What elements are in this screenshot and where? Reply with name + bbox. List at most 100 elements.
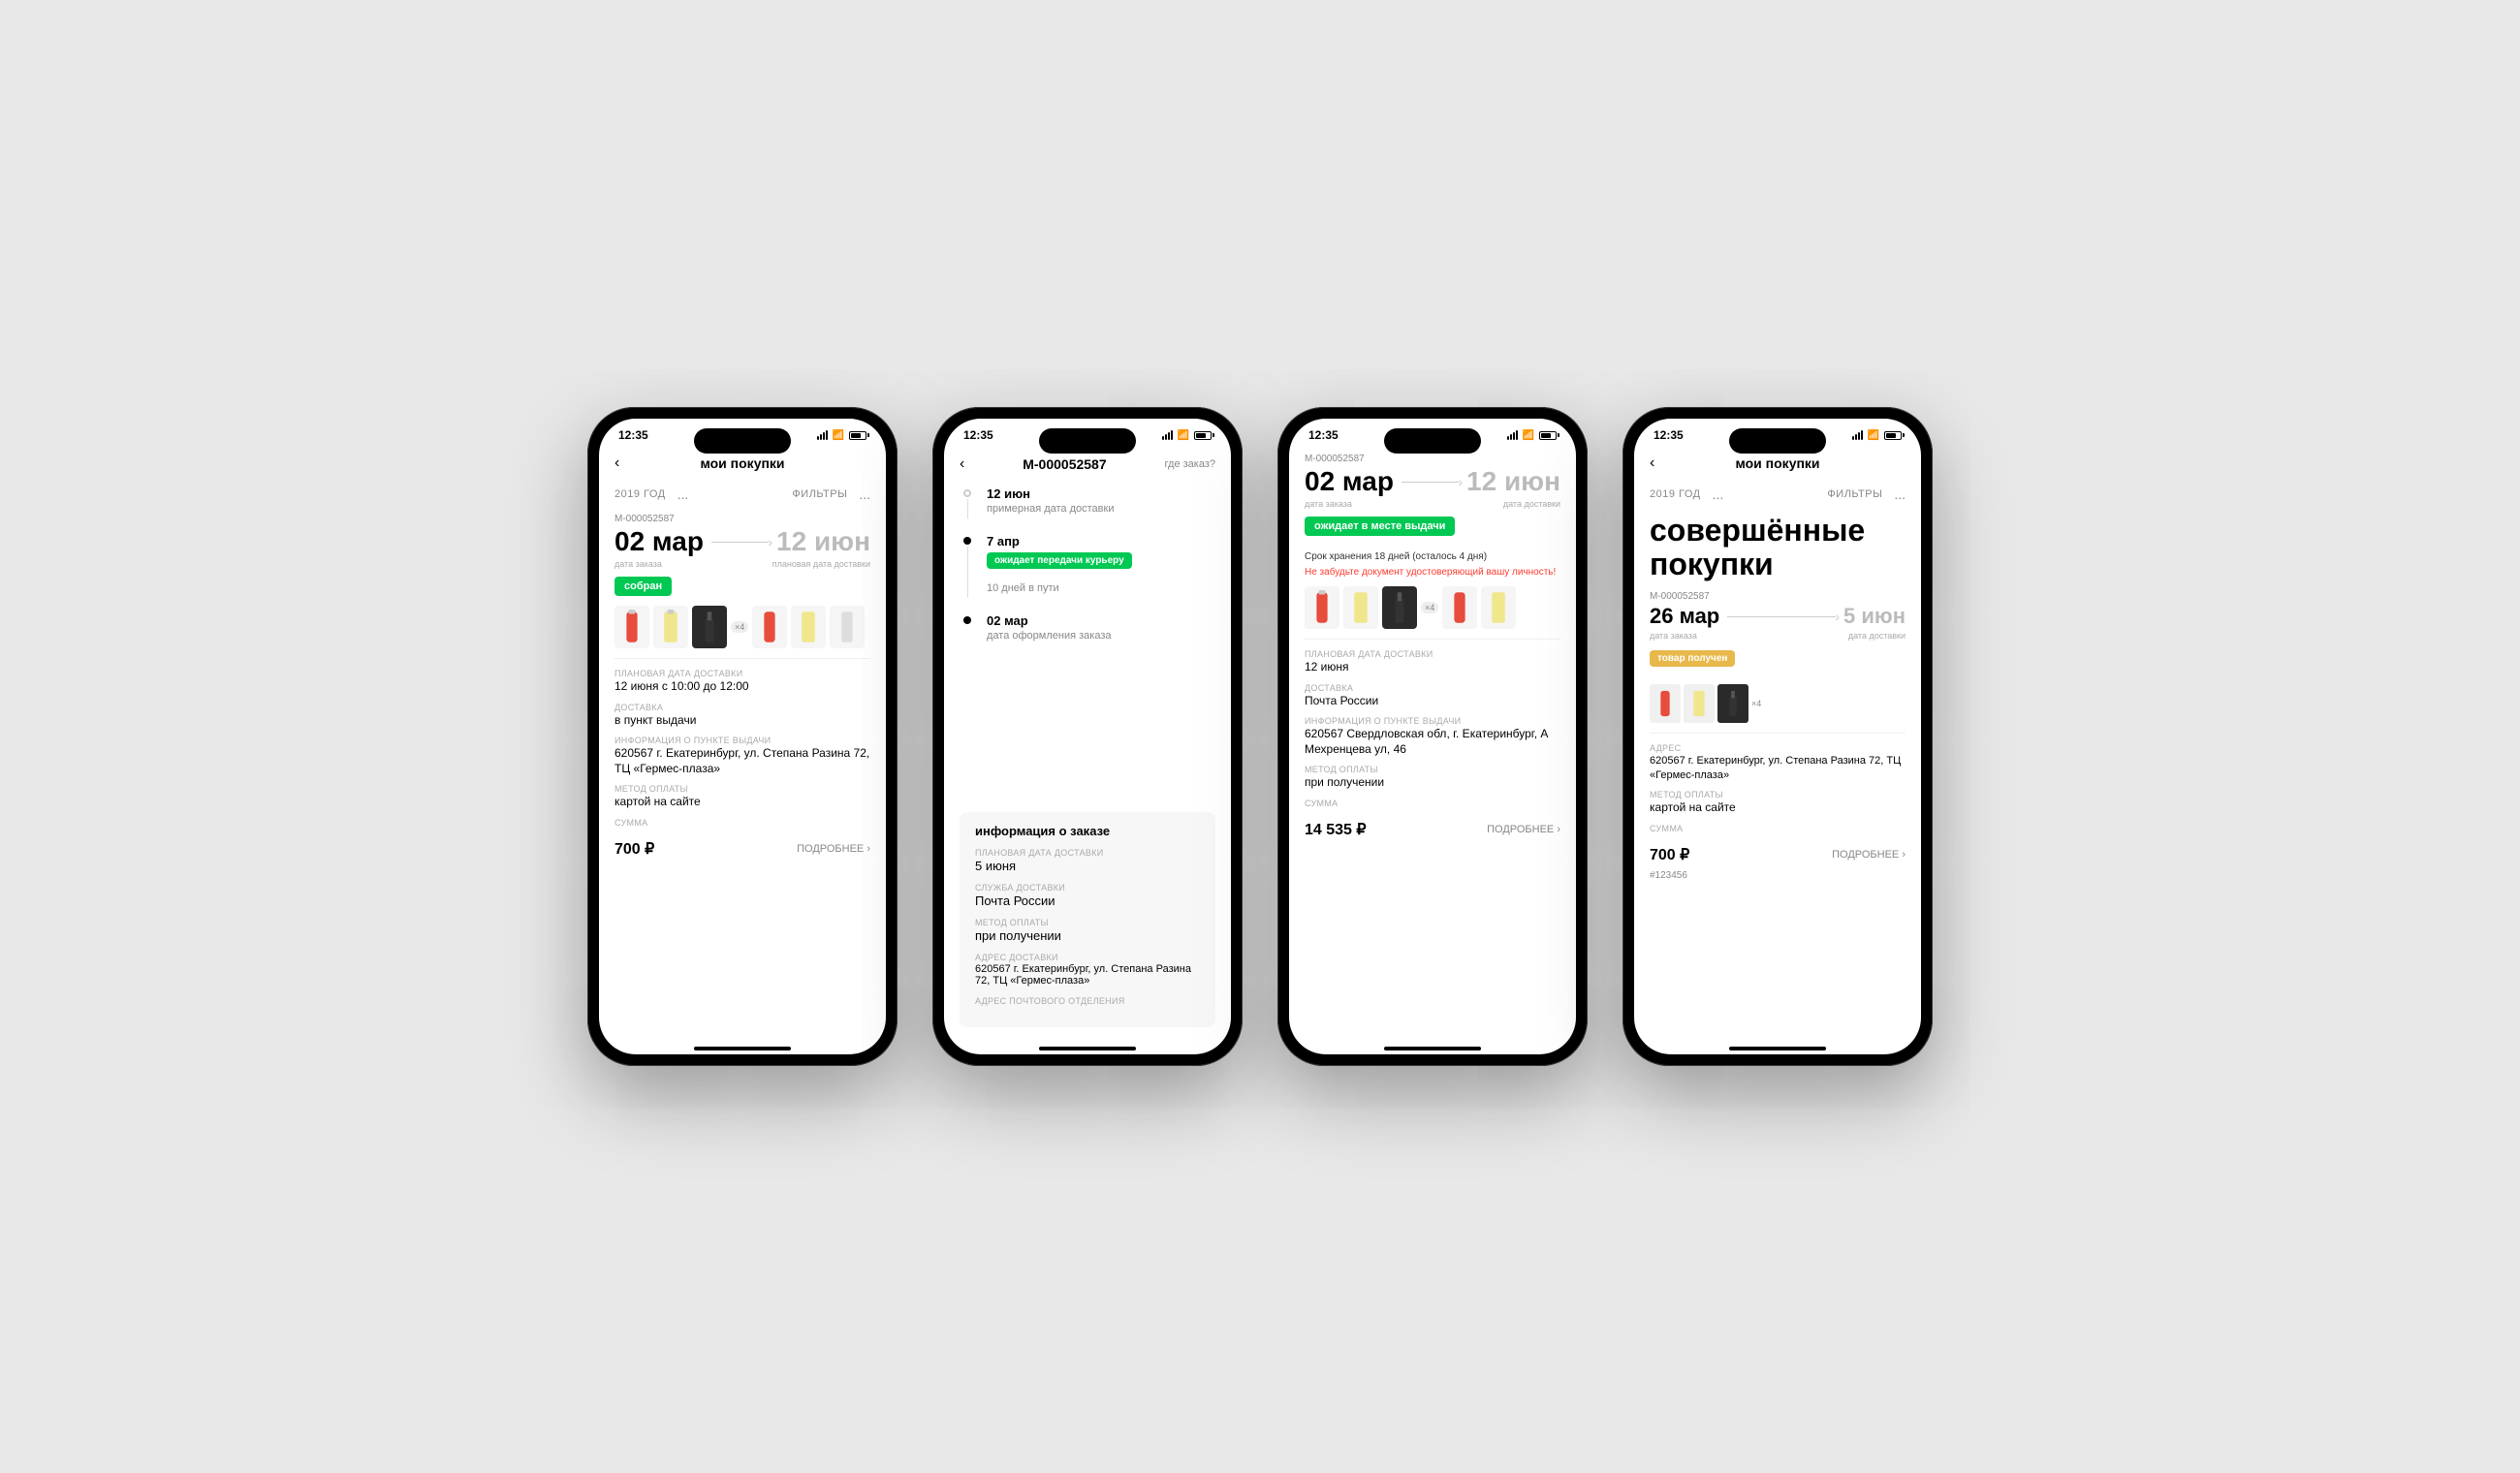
phone-1-date-labels: дата заказа плановая дата доставки xyxy=(614,559,870,569)
phone-2-badge-2: ожидает передачи курьеру xyxy=(987,552,1132,569)
phone-4-order-number: М-000052587 xyxy=(1650,591,1906,602)
phone-2-service-value: Почта России xyxy=(975,893,1200,908)
phone-3-podrobnee-row: 14 535 ₽ ПОДРОБНЕЕ › xyxy=(1305,816,1560,839)
phone-4-filter-label[interactable]: ФИЛЬТРЫ xyxy=(1827,488,1882,500)
phone-1-sum-row: СУММА xyxy=(614,818,870,828)
phone-1-back-button[interactable]: ‹ xyxy=(614,454,619,472)
phone-1-title: мои покупки xyxy=(700,455,784,471)
phone-2-screen: 12:35 📶 ‹ М-000052587 где заказ? xyxy=(944,419,1231,1054)
phone-1-products: ×4 xyxy=(614,606,870,648)
phone-4-dots2[interactable]: ... xyxy=(1894,486,1906,502)
phone-1-filter-label[interactable]: ФИЛЬТРЫ xyxy=(792,488,847,500)
phone-2-where-order[interactable]: где заказ? xyxy=(1165,458,1215,470)
phone-2-post-label: АДРЕС ПОЧТОВОГО ОТДЕЛЕНИЯ xyxy=(975,996,1200,1006)
phone-4-payment-label: МЕТОД ОПЛАТЫ xyxy=(1650,790,1906,799)
phone-3-delivery-date-row: ПЛАНОВАЯ ДАТА ДОСТАВКИ 12 июня xyxy=(1305,649,1560,675)
phone-2-payment-value: при получении xyxy=(975,928,1200,943)
phone-4-info: АДРЕС 620567 г. Екатеринбург, ул. Степан… xyxy=(1650,743,1906,863)
phone-4-date-start: 26 мар xyxy=(1650,606,1719,627)
phone-2-address-row: АДРЕС ДОСТАВКИ 620567 г. Екатеринбург, у… xyxy=(975,953,1200,987)
phone-3-end-label: дата доставки xyxy=(1503,499,1560,509)
phone-4-body: 2019 ГОД ... ФИЛЬТРЫ ... совершённые пок… xyxy=(1634,477,1921,1035)
phone-2-payment-row: МЕТОД ОПЛАТЫ при получении xyxy=(975,918,1200,943)
phone-4-battery xyxy=(1884,431,1902,440)
phone-1-product-5 xyxy=(791,606,826,648)
phone-4-order-id-bottom: #123456 xyxy=(1650,870,1906,881)
phone-1-start-label: дата заказа xyxy=(614,559,662,569)
phone-4-count: ×4 xyxy=(1751,699,1761,708)
phone-3-products: ×4 xyxy=(1305,586,1560,629)
phone-1-dots2[interactable]: ... xyxy=(859,486,870,502)
phone-2-address-value: 620567 г. Екатеринбург, ул. Степана Рази… xyxy=(975,963,1200,987)
phone-2-info-block: информация о заказе ПЛАНОВАЯ ДАТА ДОСТАВ… xyxy=(960,812,1215,1027)
phone-1-product-6 xyxy=(830,606,865,648)
phones-container: 12:35 📶 ‹ мои покупки xyxy=(587,407,1933,1066)
phone-4-back-button[interactable]: ‹ xyxy=(1650,454,1654,472)
phone-1-wifi-icon: 📶 xyxy=(833,430,844,441)
phone-4-dots1[interactable]: ... xyxy=(1713,486,1724,502)
phone-1-delivery-date-label: ПЛАНОВАЯ ДАТА ДОСТАВКИ xyxy=(614,669,870,678)
phone-1-order-card: М-000052587 02 мар 12 июн дата заказа пл… xyxy=(614,514,870,866)
phone-4-sum-row: СУММА xyxy=(1650,824,1906,833)
phone-3-arrow xyxy=(1402,482,1459,483)
phone-2-desc-3: дата оформления заказа xyxy=(987,630,1215,642)
phone-4-product-1 xyxy=(1650,684,1681,723)
phone-3: 12:35 📶 М-000052587 02 мар xyxy=(1277,407,1588,1066)
phone-4-year-bar: 2019 ГОД ... ФИЛЬТРЫ ... xyxy=(1650,485,1906,502)
phone-4-product-2 xyxy=(1684,684,1715,723)
phone-2-planned-value: 5 июня xyxy=(975,859,1200,873)
phone-1-home-indicator xyxy=(694,1047,791,1050)
phone-3-body: М-000052587 02 мар 12 июн дата заказа да… xyxy=(1289,446,1576,1035)
phone-2-battery xyxy=(1194,431,1212,440)
phone-4-arrow xyxy=(1727,616,1836,617)
phone-1-date-end: 12 июн xyxy=(776,528,870,555)
phone-4-address-row: АДРЕС 620567 г. Екатеринбург, ул. Степан… xyxy=(1650,743,1906,782)
phone-3-home-indicator xyxy=(1384,1047,1481,1050)
phone-2-dot-1 xyxy=(963,489,971,497)
phone-1-date-start: 02 мар xyxy=(614,528,704,555)
phone-2-dot-2 xyxy=(963,537,971,545)
phone-3-product-3 xyxy=(1382,586,1417,629)
phone-3-payment-value: при получении xyxy=(1305,775,1560,791)
phone-3-info: ПЛАНОВАЯ ДАТА ДОСТАВКИ 12 июня ДОСТАВКА … xyxy=(1305,649,1560,839)
phone-3-delivery-date-value: 12 июня xyxy=(1305,660,1560,675)
phone-3-pickup-row: ИНФОРМАЦИЯ О ПУНКТЕ ВЫДАЧИ 620567 Свердл… xyxy=(1305,716,1560,757)
phone-4-address-value: 620567 г. Екатеринбург, ул. Степана Рази… xyxy=(1650,754,1906,782)
phone-1-dots1[interactable]: ... xyxy=(677,486,689,502)
phone-4-payment-row: МЕТОД ОПЛАТЫ картой на сайте xyxy=(1650,790,1906,816)
phone-4-sum-label: СУММА xyxy=(1650,824,1906,833)
phone-4-payment-value: картой на сайте xyxy=(1650,800,1906,816)
phone-3-divider xyxy=(1305,639,1560,640)
phone-4-podrobnee-button[interactable]: ПОДРОБНЕЕ › xyxy=(1832,849,1906,861)
phone-4-date-end: 5 июн xyxy=(1843,606,1906,627)
phone-1-bottom xyxy=(599,1035,886,1054)
phone-2-back-button[interactable]: ‹ xyxy=(960,455,964,473)
phone-3-sum-label: СУММА xyxy=(1305,799,1560,808)
phone-4-address-label: АДРЕС xyxy=(1650,743,1906,753)
phone-4-home-indicator xyxy=(1729,1047,1826,1050)
phone-2-service-label: СЛУЖБА ДОСТАВКИ xyxy=(975,883,1200,893)
phone-2-content-3: 02 мар дата оформления заказа xyxy=(987,613,1215,645)
phone-3-sum-row: СУММА xyxy=(1305,799,1560,808)
phone-2-address-label: АДРЕС ДОСТАВКИ xyxy=(975,953,1200,962)
phone-4-year-label: 2019 ГОД xyxy=(1650,488,1701,500)
phone-2-timeline-item-2: 7 апр ожидает передачи курьеру 10 дней в… xyxy=(960,534,1215,598)
phone-1-payment-row: МЕТОД ОПЛАТЫ картой на сайте xyxy=(614,784,870,810)
phone-1-sum-value: 700 ₽ xyxy=(614,839,654,859)
phone-1-podrobnee-button[interactable]: ПОДРОБНЕЕ › xyxy=(797,843,870,855)
phone-2-time: 12:35 xyxy=(963,428,993,442)
phone-2-timeline: 12 июн примерная дата доставки 7 апр ожи… xyxy=(944,479,1231,812)
phone-3-product-4 xyxy=(1442,586,1477,629)
phone-2-date-1: 12 июн xyxy=(987,486,1215,501)
phone-1-delivery-value: в пункт выдачи xyxy=(614,713,870,729)
phone-4-end-label: дата доставки xyxy=(1848,631,1906,641)
phone-1: 12:35 📶 ‹ мои покупки xyxy=(587,407,898,1066)
phone-2-dot-col-2 xyxy=(960,534,975,598)
phone-1-status-badge: собран xyxy=(614,577,870,606)
phone-2-planned-label: ПЛАНОВАЯ ДАТА ДОСТАВКИ xyxy=(975,848,1200,858)
phone-1-year-bar: 2019 ГОД ... ФИЛЬТРЫ ... xyxy=(614,485,870,502)
phone-2-info-title: информация о заказе xyxy=(975,824,1200,838)
phone-3-notch xyxy=(1384,428,1481,454)
phone-4-header: ‹ мои покупки xyxy=(1634,446,1921,477)
phone-3-podrobnee-button[interactable]: ПОДРОБНЕЕ › xyxy=(1487,824,1560,835)
